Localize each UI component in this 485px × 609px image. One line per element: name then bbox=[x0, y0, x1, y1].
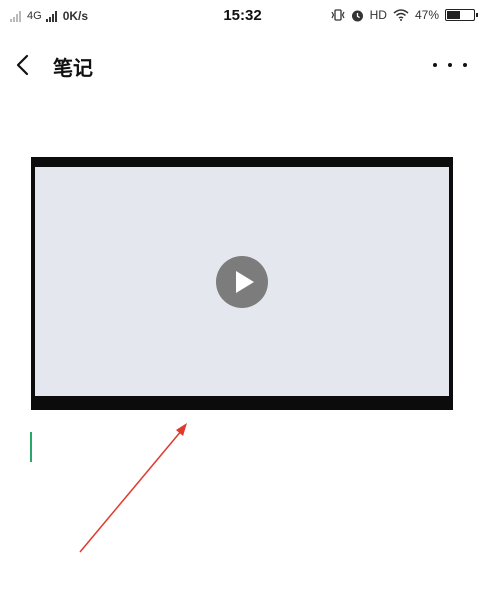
status-right: HD 47% bbox=[331, 8, 478, 22]
back-button[interactable] bbox=[10, 50, 38, 80]
text-cursor bbox=[30, 432, 32, 462]
play-icon[interactable] bbox=[216, 255, 268, 308]
battery-icon bbox=[445, 9, 478, 21]
wifi-icon bbox=[393, 9, 409, 21]
battery-percent: 47% bbox=[414, 8, 439, 22]
more-dots-icon bbox=[433, 63, 437, 67]
alarm-icon bbox=[351, 10, 363, 21]
video-thumbnail bbox=[35, 167, 449, 396]
vibrate-icon bbox=[331, 9, 345, 21]
page-title: 笔记 bbox=[53, 58, 93, 80]
more-options-button[interactable] bbox=[433, 50, 467, 80]
note-text-area[interactable] bbox=[30, 425, 453, 575]
hd-label: HD bbox=[369, 8, 387, 22]
status-bar: 4G 0K/s 15:32 HD 47% bbox=[0, 0, 485, 34]
battery-fill bbox=[447, 11, 461, 19]
video-attachment[interactable] bbox=[31, 157, 453, 410]
chevron-left-icon bbox=[16, 54, 29, 76]
app-header: 笔记 bbox=[0, 40, 485, 92]
